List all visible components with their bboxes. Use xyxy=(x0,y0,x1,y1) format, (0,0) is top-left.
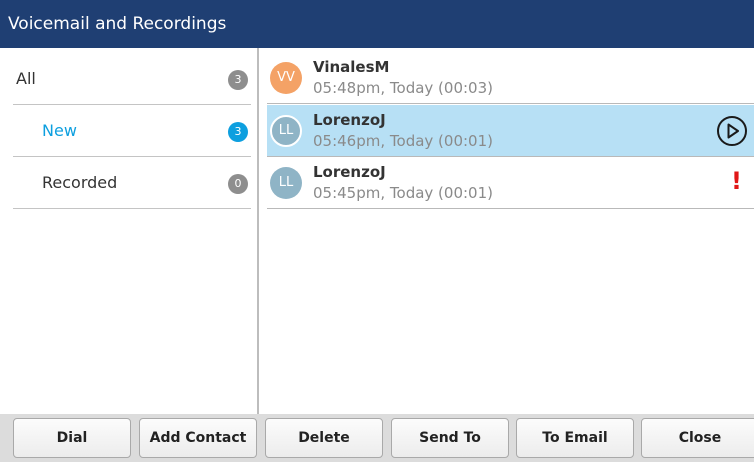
title-bar: Voicemail and Recordings xyxy=(0,0,754,48)
send-to-button[interactable]: Send To xyxy=(391,418,509,458)
softkey-bar: Dial Add Contact Delete Send To To Email… xyxy=(0,414,754,462)
sidebar-item-all[interactable]: All 3 xyxy=(13,53,251,105)
to-email-button[interactable]: To Email xyxy=(516,418,634,458)
caller-name: VinalesM xyxy=(313,58,390,76)
count-badge: 0 xyxy=(228,174,248,194)
caller-name: LorenzoJ xyxy=(313,163,386,181)
sidebar-item-label: Recorded xyxy=(42,173,118,192)
count-badge: 3 xyxy=(228,70,248,90)
delete-button[interactable]: Delete xyxy=(265,418,383,458)
message-row-selected[interactable]: LL LorenzoJ 05:46pm, Today (00:01) xyxy=(267,105,754,157)
window-title: Voicemail and Recordings xyxy=(8,14,227,34)
message-row[interactable]: VV VinalesM 05:48pm, Today (00:03) xyxy=(267,52,754,104)
message-time: 05:46pm, Today (00:01) xyxy=(313,132,493,150)
alert-icon: ! xyxy=(731,167,742,195)
sidebar-item-recorded[interactable]: Recorded 0 xyxy=(13,157,251,209)
play-icon[interactable] xyxy=(716,115,748,147)
caller-name: LorenzoJ xyxy=(313,111,386,129)
message-time: 05:48pm, Today (00:03) xyxy=(313,79,493,97)
folder-sidebar: All 3 New 3 Recorded 0 xyxy=(0,48,259,414)
dial-button[interactable]: Dial xyxy=(13,418,131,458)
sidebar-item-label: All xyxy=(16,69,36,88)
add-contact-button[interactable]: Add Contact xyxy=(139,418,257,458)
message-list: VV VinalesM 05:48pm, Today (00:03) LL Lo… xyxy=(261,48,754,414)
sidebar-item-label: New xyxy=(42,121,77,140)
close-button[interactable]: Close xyxy=(641,418,754,458)
avatar: LL xyxy=(270,115,302,147)
message-row[interactable]: LL LorenzoJ 05:45pm, Today (00:01) ! xyxy=(267,157,754,209)
message-time: 05:45pm, Today (00:01) xyxy=(313,184,493,202)
count-badge: 3 xyxy=(228,122,248,142)
avatar: LL xyxy=(270,167,302,199)
avatar: VV xyxy=(270,62,302,94)
sidebar-item-new[interactable]: New 3 xyxy=(13,105,251,157)
